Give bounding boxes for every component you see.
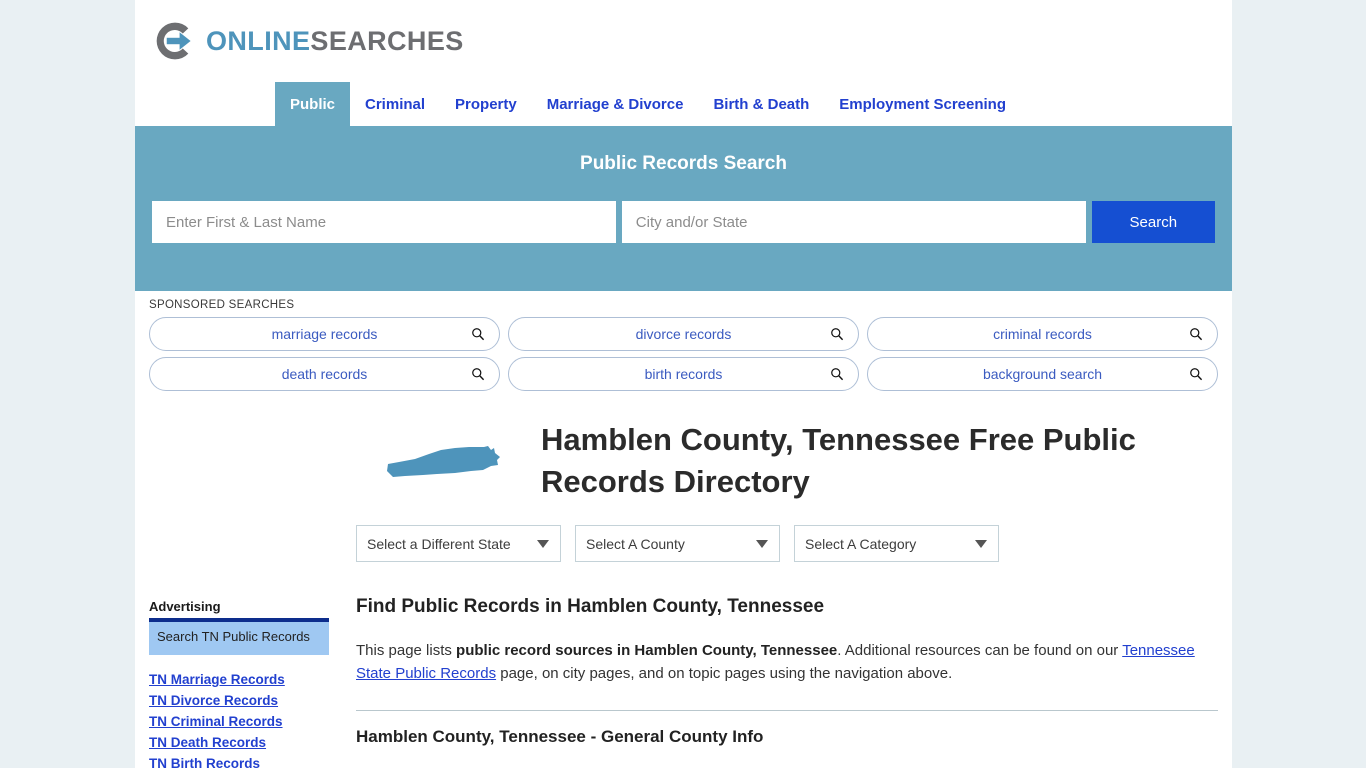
sponsored-pill-death-records[interactable]: death records: [149, 357, 500, 391]
sidebar-link-tn-criminal-records[interactable]: TN Criminal Records: [149, 714, 329, 729]
tennessee-state-outline-icon: [386, 446, 500, 477]
location-search-input[interactable]: [621, 201, 1086, 243]
sponsored-pill-background-search[interactable]: background search: [867, 357, 1218, 391]
main-column: Hamblen County, Tennessee Free Public Re…: [329, 419, 1218, 768]
intro-text-3: page, on city pages, and on topic pages …: [496, 665, 953, 683]
state-map-container: [352, 419, 537, 483]
sponsored-pill-birth-records[interactable]: birth records: [508, 357, 859, 391]
logo-word-searches: SEARCHES: [310, 25, 464, 56]
sidebar: Advertising Search TN Public Records TN …: [149, 419, 329, 768]
site-logo[interactable]: ONLINESEARCHES: [153, 19, 464, 63]
nav-item-criminal[interactable]: Criminal: [350, 82, 440, 126]
logo-text: ONLINESEARCHES: [206, 26, 464, 57]
section-heading: Find Public Records in Hamblen County, T…: [356, 596, 825, 618]
sidebar-link-tn-birth-records[interactable]: TN Birth Records: [149, 756, 329, 768]
nav-item-employment-screening[interactable]: Employment Screening: [824, 82, 1021, 126]
intro-text-bold: public record sources in Hamblen County,…: [456, 642, 838, 660]
search-button[interactable]: Search: [1091, 201, 1215, 243]
name-search-input[interactable]: [152, 201, 616, 243]
nav-item-birth-death[interactable]: Birth & Death: [698, 82, 824, 126]
subsection-heading-general-county-info: Hamblen County, Tennessee - General Coun…: [356, 726, 764, 746]
chevron-down-icon: [975, 539, 987, 548]
chevron-down-icon: [756, 539, 768, 548]
main-navigation: Public Criminal Property Marriage & Divo…: [135, 82, 1232, 126]
sponsored-pill-divorce-records[interactable]: divorce records: [508, 317, 859, 351]
magnifier-icon: [1190, 368, 1203, 381]
search-form: Search: [151, 201, 1216, 243]
sponsored-pill-criminal-records[interactable]: criminal records: [867, 317, 1218, 351]
page-title: Hamblen County, Tennessee Free Public Re…: [541, 422, 1136, 500]
banner-title: Public Records Search: [580, 153, 787, 174]
select-state[interactable]: Select a Different State: [356, 525, 561, 563]
circle-arrow-logo-icon: [156, 22, 191, 60]
intro-paragraph: This page lists public record sources in…: [356, 640, 1218, 686]
page-title-row: Hamblen County, Tennessee Free Public Re…: [352, 419, 1218, 503]
sponsored-searches: SPONSORED SEARCHES marriage records divo…: [135, 291, 1232, 401]
sponsored-pill-label: death records: [281, 366, 368, 382]
sidebar-link-tn-divorce-records[interactable]: TN Divorce Records: [149, 693, 329, 708]
advertising-label: Advertising: [149, 599, 221, 614]
sponsored-searches-label: SPONSORED SEARCHES: [149, 299, 295, 311]
magnifier-icon: [831, 328, 844, 341]
header: ONLINESEARCHES: [135, 0, 1232, 82]
sponsored-pill-label: divorce records: [635, 326, 732, 342]
intro-text-2: . Additional resources can be found on o…: [837, 642, 1123, 660]
section-divider: [356, 709, 1218, 711]
logo-word-online: ONLINE: [206, 25, 311, 56]
magnifier-icon: [831, 368, 844, 381]
sponsored-pill-label: background search: [982, 366, 1103, 382]
content-area: Advertising Search TN Public Records TN …: [135, 401, 1232, 768]
select-state-value: Select a Different State: [367, 535, 511, 552]
nav-item-property[interactable]: Property: [440, 82, 532, 126]
sponsored-pill-label: marriage records: [271, 326, 378, 342]
sidebar-links: TN Marriage Records TN Divorce Records T…: [149, 672, 329, 768]
chevron-down-icon: [537, 539, 549, 548]
sponsored-pill-label: birth records: [644, 366, 723, 382]
select-county[interactable]: Select A County: [575, 525, 780, 563]
magnifier-icon: [472, 328, 485, 341]
sponsored-pill-grid: marriage records divorce records crimina…: [149, 317, 1218, 391]
nav-item-public[interactable]: Public: [275, 82, 351, 126]
select-category-value: Select A Category: [805, 535, 917, 552]
magnifier-icon: [472, 368, 485, 381]
ad-search-tn-public-records[interactable]: Search TN Public Records: [149, 618, 329, 656]
sponsored-pill-marriage-records[interactable]: marriage records: [149, 317, 500, 351]
sidebar-link-tn-marriage-records[interactable]: TN Marriage Records: [149, 672, 329, 687]
page-root: ONLINESEARCHES Public Criminal Property …: [0, 0, 1366, 768]
sponsored-pill-label: criminal records: [993, 326, 1092, 342]
site-container: ONLINESEARCHES Public Criminal Property …: [135, 0, 1232, 768]
nav-item-marriage-divorce[interactable]: Marriage & Divorce: [532, 82, 699, 126]
magnifier-icon: [1190, 328, 1203, 341]
intro-text-1: This page lists: [356, 642, 457, 660]
public-records-search-banner: Public Records Search Search: [135, 126, 1232, 291]
select-county-value: Select A County: [586, 535, 685, 552]
filter-selects: Select a Different State Select A County…: [356, 525, 1218, 563]
select-category[interactable]: Select A Category: [794, 525, 999, 563]
sidebar-link-tn-death-records[interactable]: TN Death Records: [149, 735, 329, 750]
